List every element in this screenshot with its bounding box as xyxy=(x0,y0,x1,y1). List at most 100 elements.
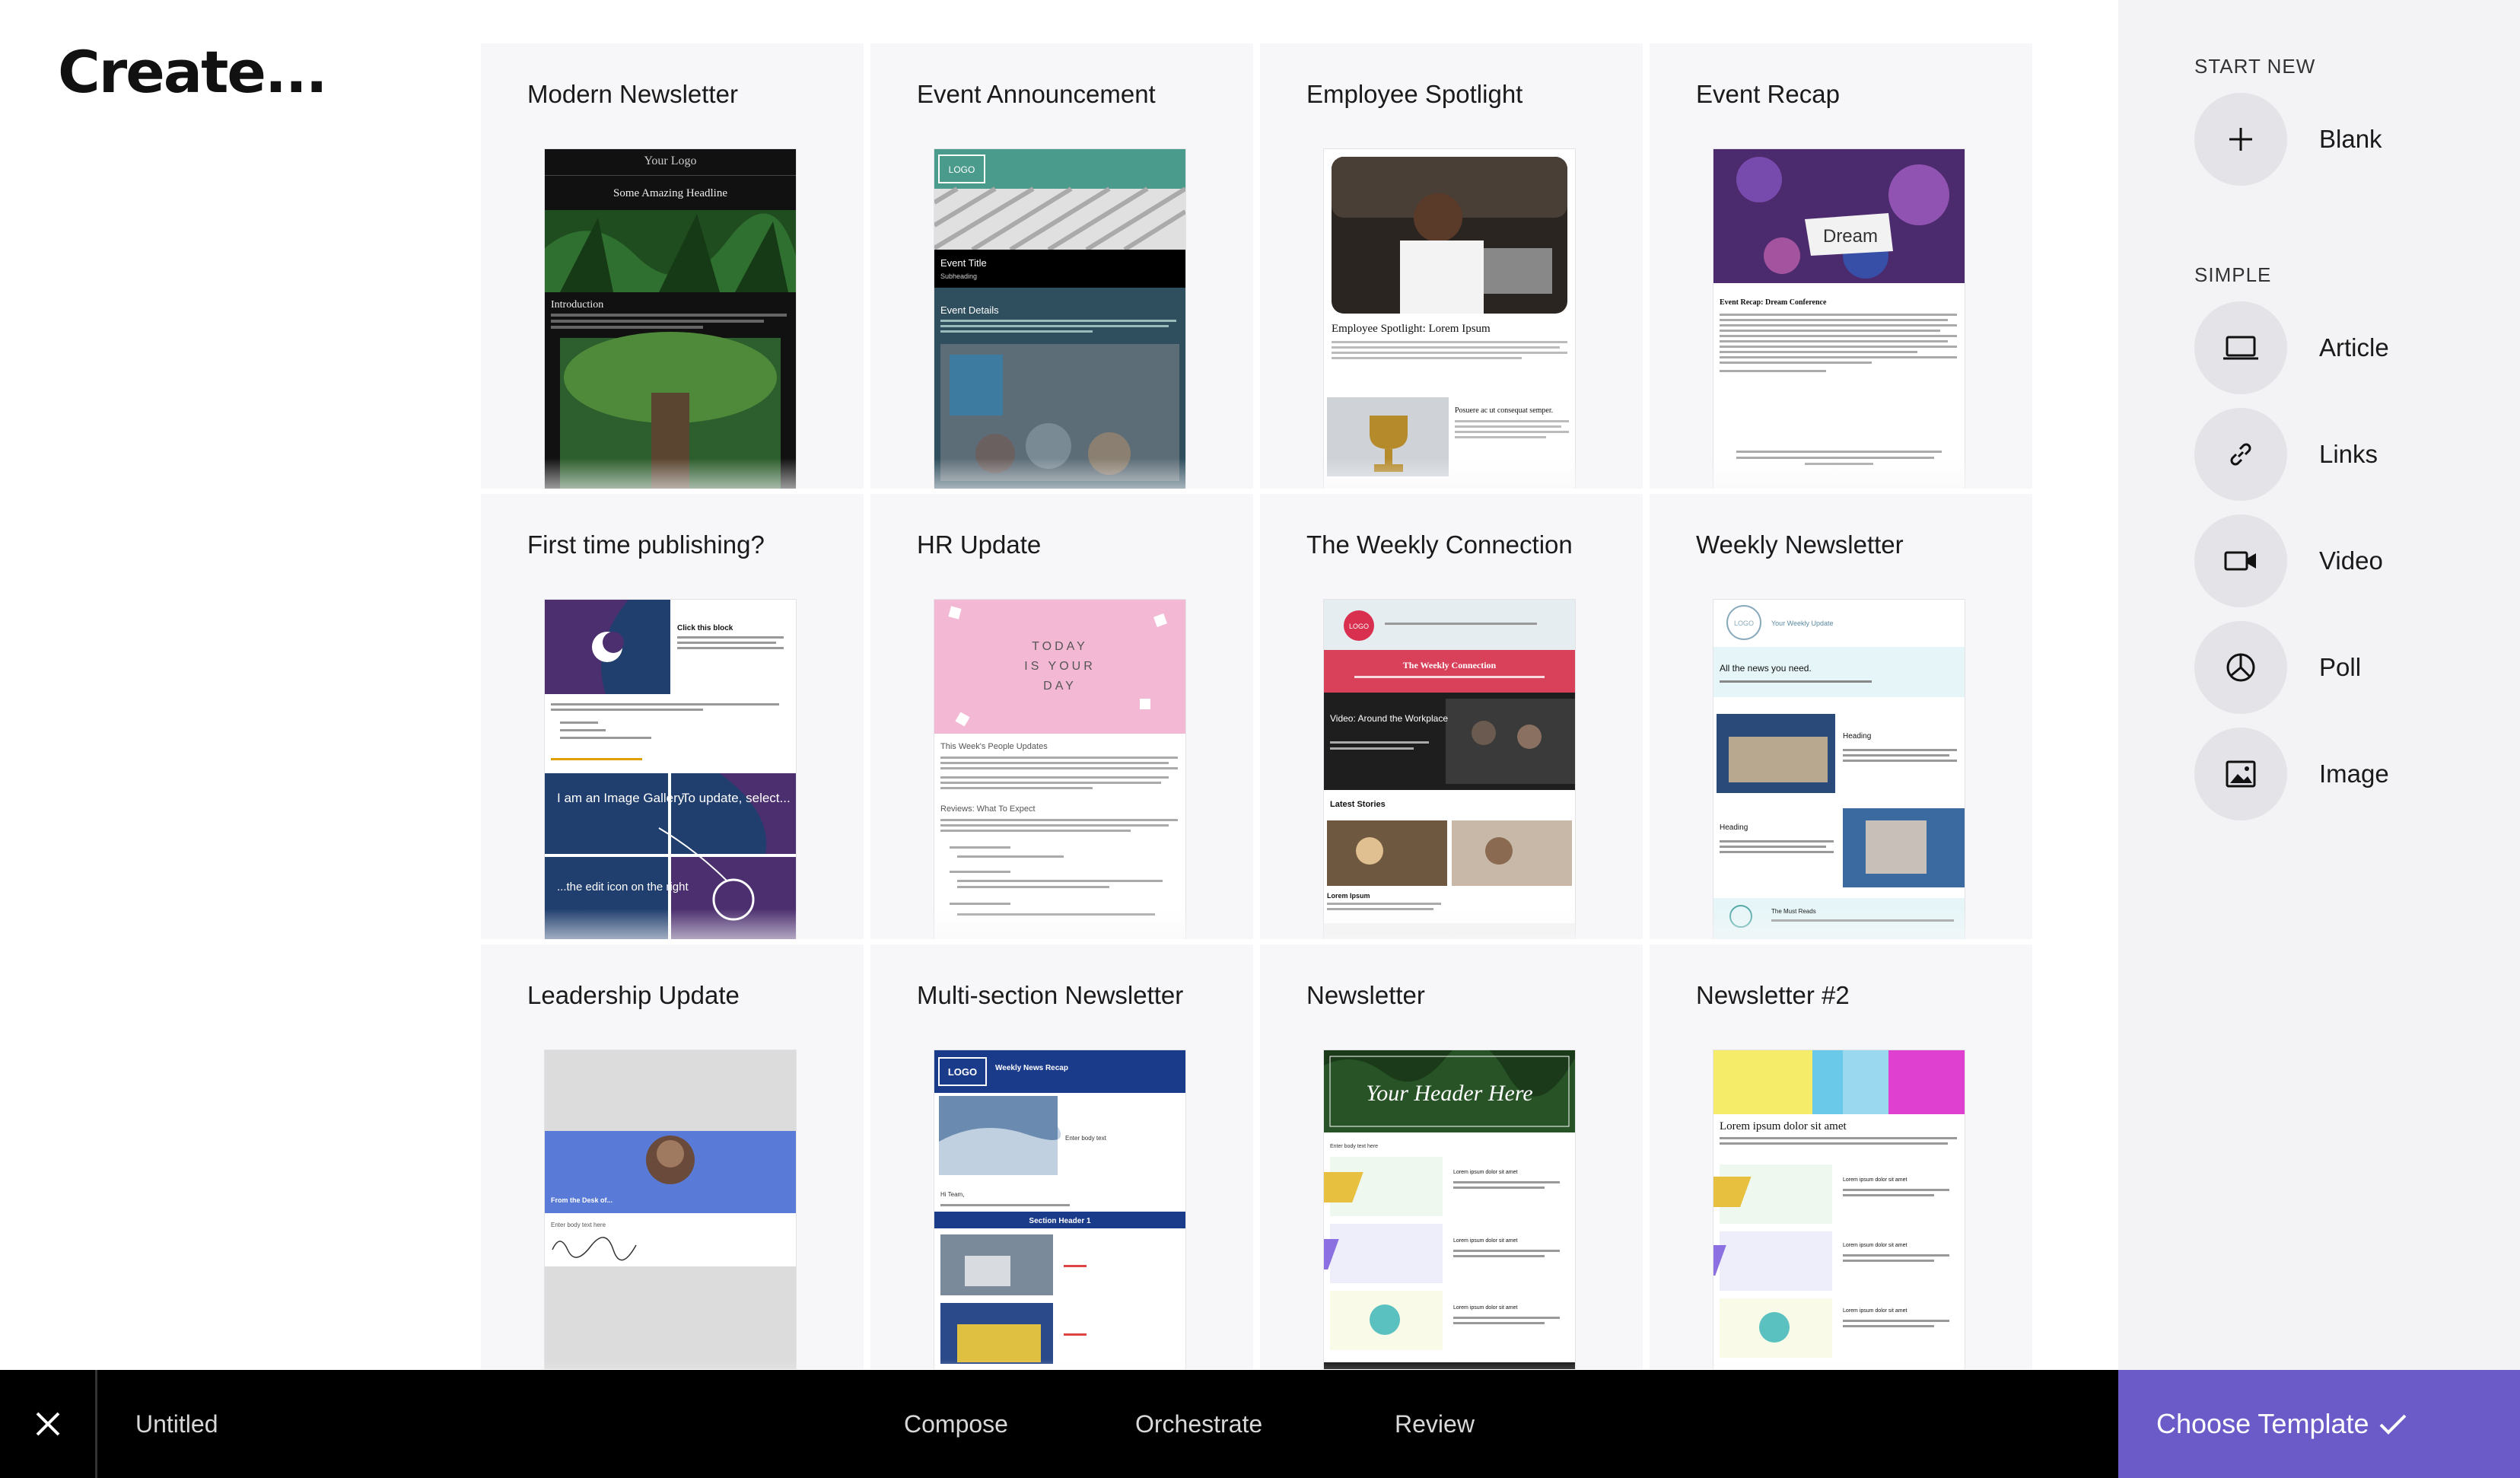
poll-icon xyxy=(2194,621,2287,714)
svg-text:Introduction: Introduction xyxy=(551,299,603,311)
svg-text:Event Details: Event Details xyxy=(940,304,999,316)
template-label: Event Announcement xyxy=(917,80,1156,108)
svg-text:Event Recap: Dream Conference: Event Recap: Dream Conference xyxy=(1720,298,1827,307)
svg-text:Lorem ipsum dolor sit amet: Lorem ipsum dolor sit amet xyxy=(1453,1170,1517,1175)
template-card-multi-section-newsletter[interactable]: Multi-section Newsletter LOGO Weekly New… xyxy=(870,944,1253,1369)
blank-option[interactable]: Blank xyxy=(2194,93,2499,186)
svg-text:This Week's People Updates: This Week's People Updates xyxy=(940,742,1048,751)
svg-text:Posuere ac ut consequat semper: Posuere ac ut consequat semper. xyxy=(1455,406,1553,415)
choose-template-label: Choose Template xyxy=(2156,1408,2369,1439)
svg-text:Lorem ipsum dolor sit amet: Lorem ipsum dolor sit amet xyxy=(1453,1238,1517,1244)
links-option[interactable]: Links xyxy=(2194,408,2499,501)
svg-text:Lorem ipsum dolor sit amet: Lorem ipsum dolor sit amet xyxy=(1453,1305,1517,1311)
template-label: Employee Spotlight xyxy=(1306,80,1523,108)
svg-text:Enter body text: Enter body text xyxy=(1065,1135,1107,1142)
poll-label: Poll xyxy=(2319,653,2362,681)
template-card-event-recap[interactable]: Event Recap Dream Event Recap: Dream Con… xyxy=(1650,43,2032,489)
article-option[interactable]: Article xyxy=(2194,301,2499,394)
template-preview: Lorem ipsum dolor sit amet Lorem ipsum d… xyxy=(1713,1050,1965,1369)
svg-text:Event Title: Event Title xyxy=(940,257,987,269)
svg-text:Click this block: Click this block xyxy=(677,624,733,632)
preview-logo-text: Your Logo xyxy=(644,154,696,167)
template-label: HR Update xyxy=(917,530,1042,559)
svg-text:LOGO: LOGO xyxy=(1734,620,1754,627)
svg-text:LOGO: LOGO xyxy=(948,1066,977,1078)
template-card-employee-spotlight[interactable]: Employee Spotlight Employee Spotlight: L… xyxy=(1260,43,1643,489)
svg-text:To update, select...: To update, select... xyxy=(682,791,791,805)
svg-text:All the news you need.: All the news you need. xyxy=(1720,663,1812,674)
video-icon xyxy=(2194,514,2287,607)
template-grid: Modern Newsletter Your Logo Some Amazing… xyxy=(481,43,2033,1369)
template-preview: Your Logo Some Amazing Headline Introduc… xyxy=(545,149,796,489)
poll-option[interactable]: Poll xyxy=(2194,621,2499,714)
start-new-title: START NEW xyxy=(2194,55,2316,78)
svg-text:Hi Team,: Hi Team, xyxy=(940,1191,964,1198)
svg-text:Lorem Ipsum: Lorem Ipsum xyxy=(1327,892,1370,900)
simple-title: SIMPLE xyxy=(2194,263,2272,286)
close-button[interactable] xyxy=(0,1370,97,1478)
template-card-weekly-connection[interactable]: The Weekly Connection LOGO The Weekly Co… xyxy=(1260,494,1643,939)
close-icon xyxy=(36,1412,59,1436)
svg-text:Heading: Heading xyxy=(1843,732,1871,741)
svg-text:Enter body text here: Enter body text here xyxy=(1330,1144,1378,1149)
step-review[interactable]: Review xyxy=(1395,1370,1475,1478)
template-card-weekly-newsletter[interactable]: Weekly Newsletter LOGO Your Weekly Updat… xyxy=(1650,494,2032,939)
image-label: Image xyxy=(2319,760,2389,788)
template-preview: LOGO The Weekly Connection Video: Around… xyxy=(1324,600,1575,939)
svg-text:LOGO: LOGO xyxy=(1349,623,1369,630)
step-compose[interactable]: Compose xyxy=(904,1370,1008,1478)
template-preview: Employee Spotlight: Lorem Ipsum Posuere … xyxy=(1324,149,1575,489)
svg-text:From the Desk of...: From the Desk of... xyxy=(551,1196,612,1204)
template-preview: Click this block I am an Image Gallery T… xyxy=(545,600,796,939)
svg-text:Your Weekly Update: Your Weekly Update xyxy=(1771,620,1834,627)
svg-text:IS YOUR: IS YOUR xyxy=(1024,660,1096,673)
svg-text:LOGO: LOGO xyxy=(949,164,975,175)
svg-text:I am an Image Gallery: I am an Image Gallery xyxy=(557,791,685,805)
template-card-hr-update[interactable]: HR Update TODAY IS YOUR DAY This Week's … xyxy=(870,494,1253,939)
laptop-icon xyxy=(2194,301,2287,394)
svg-text:TODAY: TODAY xyxy=(1032,640,1088,653)
svg-text:Enter body text here: Enter body text here xyxy=(551,1222,606,1228)
template-preview: From the Desk of... Enter body text here xyxy=(545,1050,796,1369)
template-label: The Weekly Connection xyxy=(1306,530,1573,559)
svg-text:The Weekly Connection: The Weekly Connection xyxy=(1403,660,1497,671)
image-option[interactable]: Image xyxy=(2194,728,2499,820)
step-orchestrate[interactable]: Orchestrate xyxy=(1135,1370,1262,1478)
svg-text:Lorem ipsum dolor sit amet: Lorem ipsum dolor sit amet xyxy=(1720,1120,1847,1132)
svg-text:Latest Stories: Latest Stories xyxy=(1330,800,1386,809)
svg-text:...the edit icon on the right: ...the edit icon on the right xyxy=(557,881,689,893)
links-label: Links xyxy=(2319,440,2378,468)
template-card-newsletter-2[interactable]: Newsletter #2 Lorem ipsum dolor sit amet… xyxy=(1650,944,2032,1369)
template-card-event-announcement[interactable]: Event Announcement LOGO Event Title Subh… xyxy=(870,43,1253,489)
svg-text:DAY: DAY xyxy=(1043,680,1077,693)
template-preview: LOGO Weekly News Recap Enter body text H… xyxy=(934,1050,1185,1369)
template-preview: LOGO Event Title Subheading Event Detail… xyxy=(934,149,1185,489)
template-label: Newsletter #2 xyxy=(1696,981,1850,1009)
checkmark-icon xyxy=(2379,1414,2406,1435)
template-preview: TODAY IS YOUR DAY This Week's People Upd… xyxy=(934,600,1185,939)
template-card-newsletter[interactable]: Newsletter Your Header Here Enter body t… xyxy=(1260,944,1643,1369)
template-card-modern-newsletter[interactable]: Modern Newsletter Your Logo Some Amazing… xyxy=(481,43,864,489)
svg-text:Weekly News Recap: Weekly News Recap xyxy=(995,1064,1068,1072)
template-label: Modern Newsletter xyxy=(527,80,738,108)
svg-text:Subheading: Subheading xyxy=(940,272,977,280)
template-card-first-time-publishing[interactable]: First time publishing? Click this block xyxy=(481,494,864,939)
svg-text:Lorem ipsum dolor sit amet: Lorem ipsum dolor sit amet xyxy=(1843,1177,1907,1183)
template-preview: Dream Event Recap: Dream Conference xyxy=(1713,149,1965,489)
svg-text:Dream: Dream xyxy=(1823,226,1878,247)
start-new-sidebar: START NEW Blank SIMPLE Article Links Vid xyxy=(2118,0,2520,1370)
link-icon xyxy=(2194,408,2287,501)
svg-text:Section Header 1: Section Header 1 xyxy=(1029,1217,1091,1225)
document-title[interactable]: Untitled xyxy=(135,1370,218,1478)
template-preview: Your Header Here Enter body text here Lo… xyxy=(1324,1050,1575,1369)
template-label: First time publishing? xyxy=(527,530,765,559)
svg-text:Video: Around the Workplace: Video: Around the Workplace xyxy=(1330,713,1448,724)
template-label: Event Recap xyxy=(1696,80,1840,108)
template-card-leadership-update[interactable]: Leadership Update From the Desk of... En… xyxy=(481,944,864,1369)
template-label: Multi-section Newsletter xyxy=(917,981,1184,1009)
svg-text:Some Amazing Headline: Some Amazing Headline xyxy=(613,187,727,199)
svg-text:Your Header Here: Your Header Here xyxy=(1366,1081,1532,1106)
choose-template-button[interactable]: Choose Template xyxy=(2118,1370,2520,1478)
plus-icon xyxy=(2194,93,2287,186)
video-option[interactable]: Video xyxy=(2194,514,2499,607)
